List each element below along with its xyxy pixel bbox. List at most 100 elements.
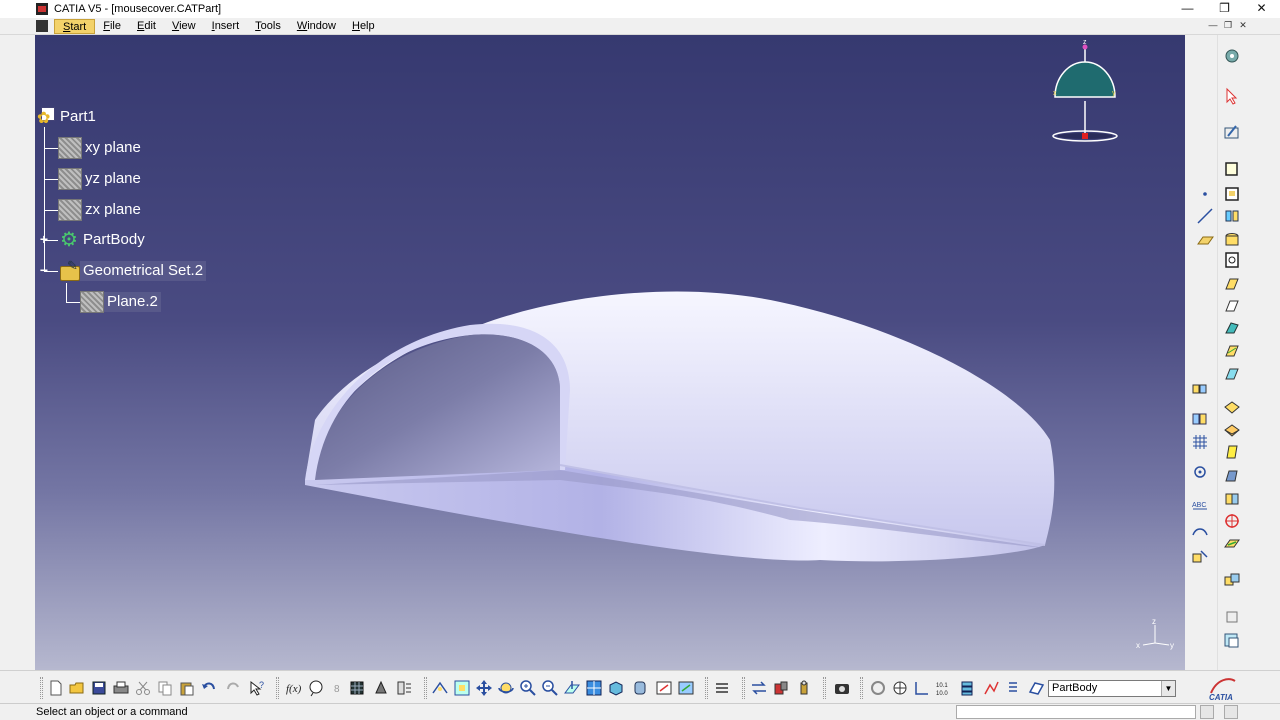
thick-surface-icon[interactable] [1222, 535, 1242, 553]
swap-workbench-icon[interactable] [1222, 47, 1242, 65]
rotate-icon[interactable] [497, 679, 515, 697]
shaft-icon[interactable] [1222, 207, 1242, 225]
help-what-icon[interactable]: ? [248, 679, 266, 697]
redo-icon[interactable] [224, 679, 242, 697]
new-icon[interactable] [47, 679, 65, 697]
plane-tool-icon[interactable] [1195, 231, 1215, 249]
stiffener-icon[interactable] [1222, 319, 1242, 337]
knowledge-advisor-icon[interactable] [307, 679, 325, 697]
tree-node-xy-plane[interactable]: xy plane [58, 137, 144, 159]
table-icon[interactable] [348, 679, 366, 697]
close-button[interactable]: ✕ [1243, 0, 1280, 18]
tree-node-zx-plane[interactable]: zx plane [58, 199, 144, 221]
edge-fillet-icon[interactable] [1222, 399, 1242, 417]
doc-restore-button[interactable]: ❐ [1221, 19, 1235, 33]
extrude-surface-icon[interactable] [1190, 380, 1210, 398]
boolean-icon[interactable] [1222, 571, 1242, 589]
multi-view-icon[interactable] [585, 679, 603, 697]
print-icon[interactable] [112, 679, 130, 697]
pattern-grid-icon[interactable] [1190, 433, 1210, 451]
catalog-icon[interactable] [372, 679, 390, 697]
open-icon[interactable] [68, 679, 86, 697]
document-icon[interactable] [36, 20, 48, 32]
iso-view-icon[interactable] [607, 679, 625, 697]
split-icon[interactable] [1190, 547, 1210, 565]
apply-material-icon[interactable] [772, 679, 790, 697]
rib-icon[interactable] [1222, 275, 1242, 293]
formula-icon[interactable]: f(x) [285, 679, 303, 697]
measure-icon[interactable] [1190, 463, 1210, 481]
status-button-2[interactable] [1224, 705, 1238, 719]
sweep-icon[interactable] [1190, 523, 1210, 541]
join-icon[interactable] [1190, 410, 1210, 428]
fly-mode-icon[interactable] [431, 679, 449, 697]
dimension-icon[interactable]: 10.1 10.0 [935, 679, 953, 697]
sketch-icon[interactable] [1222, 123, 1242, 141]
tree-node-plane2[interactable]: Plane.2 [80, 291, 161, 313]
tree-node-partbody[interactable]: ⚙ PartBody [58, 229, 148, 251]
doc-minimize-button[interactable]: — [1206, 19, 1220, 33]
thickness-icon[interactable] [1222, 490, 1242, 508]
select-cursor-icon[interactable] [1222, 87, 1242, 105]
tree-node-yz-plane[interactable]: yz plane [58, 168, 144, 190]
menu-help[interactable]: Help [344, 19, 383, 34]
shell-icon[interactable] [1222, 467, 1242, 485]
3d-viewport[interactable]: Part1 xy plane yz plane zx plane + ⚙ Par… [35, 35, 1185, 670]
groove-icon[interactable] [1222, 231, 1242, 249]
chamfer-icon[interactable] [1222, 422, 1242, 440]
current-body-dropdown[interactable]: PartBody ▼ [1048, 680, 1176, 697]
menu-window[interactable]: Window [289, 19, 344, 34]
chevron-down-icon[interactable]: ▼ [1161, 681, 1175, 696]
tree-node-geometrical-set[interactable]: Geometrical Set.2 [58, 258, 207, 282]
layers-icon[interactable] [1004, 679, 1022, 697]
swap-visible-icon[interactable] [677, 679, 695, 697]
manipulation-icon[interactable] [713, 679, 731, 697]
animation-icon[interactable] [869, 679, 887, 697]
cut-icon[interactable] [134, 679, 152, 697]
fit-all-icon[interactable] [453, 679, 471, 697]
scale-icon[interactable] [1222, 607, 1242, 625]
collapse-geoset-icon[interactable]: − [38, 263, 50, 277]
hide-show-icon[interactable] [655, 679, 673, 697]
compass-widget[interactable]: z x y [1045, 37, 1145, 147]
doc-close-button[interactable]: ✕ [1236, 19, 1250, 33]
annotation-abc-icon[interactable]: ABC [1190, 497, 1210, 515]
grid-icon[interactable] [913, 679, 931, 697]
menu-start[interactable]: Start [54, 18, 96, 34]
command-input[interactable] [956, 705, 1196, 719]
menu-tools[interactable]: Tools [247, 19, 289, 34]
multi-section-solid-icon[interactable] [1222, 342, 1242, 360]
pan-icon[interactable] [475, 679, 493, 697]
web-icon[interactable] [891, 679, 909, 697]
normal-view-icon[interactable] [563, 679, 581, 697]
zoom-out-icon[interactable] [541, 679, 559, 697]
removed-multi-section-icon[interactable] [1222, 365, 1242, 383]
point-icon[interactable] [1195, 185, 1215, 203]
status-button-1[interactable] [1200, 705, 1214, 719]
menu-view[interactable]: View [164, 19, 204, 34]
minimize-button[interactable]: — [1169, 0, 1206, 18]
tree-node-part1[interactable]: Part1 [37, 106, 99, 128]
line-icon[interactable] [1195, 207, 1215, 225]
insert-body-icon[interactable] [1222, 631, 1242, 649]
capture-icon[interactable] [833, 679, 851, 697]
selection-icon[interactable] [1027, 679, 1045, 697]
slot-icon[interactable] [1222, 297, 1242, 315]
hole-icon[interactable] [1222, 251, 1242, 269]
axis-system-icon[interactable] [1222, 512, 1242, 530]
sensor-icon[interactable] [795, 679, 813, 697]
undo-icon[interactable] [200, 679, 218, 697]
analysis-icon[interactable] [982, 679, 1000, 697]
menu-edit[interactable]: Edit [129, 19, 164, 34]
tools-options-icon[interactable] [395, 679, 413, 697]
mousecover-model[interactable] [260, 240, 1060, 580]
pocket-icon[interactable] [1222, 185, 1242, 203]
design-table-icon[interactable]: 8 [329, 679, 347, 697]
maximize-button[interactable]: ❐ [1206, 0, 1243, 18]
zoom-in-icon[interactable] [519, 679, 537, 697]
pad-icon[interactable] [1222, 160, 1242, 178]
paste-icon[interactable] [178, 679, 196, 697]
save-icon[interactable] [90, 679, 108, 697]
stack-icon[interactable] [958, 679, 976, 697]
shading-icon[interactable] [631, 679, 649, 697]
